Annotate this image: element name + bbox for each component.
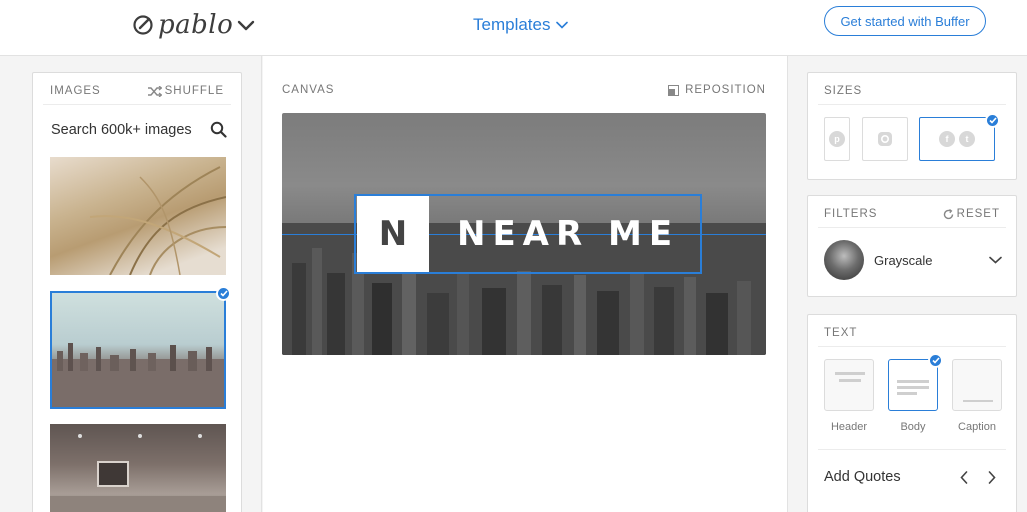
reposition-button[interactable]: REPOSITION — [668, 84, 766, 96]
image-thumbnail-interior[interactable] — [50, 424, 226, 512]
filter-preview-thumbnail — [824, 240, 864, 280]
body-style-line — [897, 386, 929, 389]
caption-style-line — [963, 400, 993, 402]
body-style-line — [897, 392, 917, 395]
chevron-left-icon — [960, 470, 968, 484]
filters-panel-title: FILTERS — [824, 208, 878, 220]
twitter-icon: t — [959, 131, 975, 147]
selected-check-icon — [216, 286, 231, 301]
templates-dropdown[interactable]: Templates — [473, 15, 569, 35]
reposition-icon — [668, 84, 680, 96]
selected-check-icon — [985, 113, 1000, 128]
reset-label: RESET — [956, 208, 1000, 220]
filter-name: Grayscale — [874, 252, 933, 268]
chevron-down-icon — [556, 21, 569, 29]
image-search-input[interactable]: Search 600k+ images — [51, 122, 192, 138]
shuffle-icon — [147, 85, 162, 97]
image-search[interactable]: Search 600k+ images — [51, 121, 227, 138]
canvas-area: CANVAS REPOSITION N NEAR ME — [263, 56, 787, 512]
size-option-facebook-twitter[interactable]: f t — [919, 117, 995, 161]
chevron-down-icon — [989, 256, 1002, 264]
selected-check-icon — [928, 353, 943, 368]
text-style-header-label: Header — [830, 421, 868, 433]
header-style-line — [835, 372, 865, 375]
logo-letter-box: N — [357, 196, 429, 272]
filter-select[interactable]: Grayscale — [824, 240, 1002, 280]
search-icon[interactable] — [210, 121, 227, 138]
add-quotes-row: Add Quotes — [824, 467, 1002, 487]
text-style-header[interactable] — [824, 359, 874, 411]
canvas-header: CANVAS REPOSITION — [282, 84, 766, 96]
text-style-body-label: Body — [900, 421, 926, 433]
sizes-panel-title: SIZES — [824, 85, 863, 97]
divider — [818, 227, 1006, 228]
image-thumbnail-city-skyline[interactable] — [50, 291, 226, 409]
top-bar: pablo Templates Get started with Buffer — [0, 0, 1027, 56]
sizes-panel: SIZES p f t — [807, 72, 1017, 180]
canvas-title: CANVAS — [282, 84, 335, 96]
header-style-line — [839, 379, 861, 382]
shuffle-button[interactable]: SHUFFLE — [147, 85, 224, 97]
divider — [818, 104, 1006, 105]
chevron-down-icon — [238, 20, 255, 31]
logo-letter: N — [378, 214, 408, 254]
next-arrow[interactable] — [982, 467, 1002, 487]
divider — [43, 104, 231, 105]
text-style-caption[interactable] — [952, 359, 1002, 411]
images-panel-title: IMAGES — [50, 85, 101, 97]
pablo-logo-icon — [133, 15, 153, 35]
divider — [818, 449, 1006, 450]
text-panel: TEXT Header Body Caption Add Quotes — [807, 314, 1017, 512]
templates-label: Templates — [473, 15, 551, 34]
size-option-pinterest[interactable]: p — [824, 117, 850, 161]
images-panel: IMAGES SHUFFLE Search 600k+ images — [32, 72, 242, 512]
pablo-logo[interactable]: pablo — [132, 10, 255, 40]
canvas-headline[interactable]: NEAR ME — [457, 214, 679, 254]
right-sidebar: SIZES p f t FILTERS RESET Grayscale TEXT… — [787, 56, 1027, 512]
body-style-line — [897, 380, 929, 383]
divider — [818, 346, 1006, 347]
canvas-text-box[interactable]: N NEAR ME — [354, 194, 702, 274]
images-panel-header: IMAGES SHUFFLE — [50, 85, 224, 97]
get-started-button[interactable]: Get started with Buffer — [824, 6, 986, 36]
shuffle-label: SHUFFLE — [164, 85, 224, 97]
reset-filters-button[interactable]: RESET — [943, 208, 1000, 220]
dry-grass-image — [89, 166, 226, 275]
text-style-caption-label: Caption — [958, 421, 996, 433]
previous-arrow[interactable] — [954, 467, 974, 487]
instagram-icon — [878, 132, 892, 146]
chevron-right-icon — [988, 470, 996, 484]
logo-text: pablo — [158, 10, 234, 40]
interior-image — [50, 434, 226, 512]
reposition-label: REPOSITION — [685, 84, 766, 96]
city-skyline-image — [52, 343, 224, 407]
left-sidebar: IMAGES SHUFFLE Search 600k+ images — [0, 56, 262, 512]
text-panel-title: TEXT — [824, 327, 858, 339]
filters-panel: FILTERS RESET Grayscale — [807, 195, 1017, 297]
facebook-icon: f — [939, 131, 955, 147]
add-quotes-button[interactable]: Add Quotes — [824, 469, 954, 485]
image-thumbnail-dry-grass[interactable] — [50, 157, 226, 275]
size-option-instagram[interactable] — [862, 117, 908, 161]
design-canvas[interactable]: N NEAR ME — [282, 113, 766, 355]
reset-icon — [943, 208, 953, 219]
pinterest-icon: p — [829, 131, 845, 147]
